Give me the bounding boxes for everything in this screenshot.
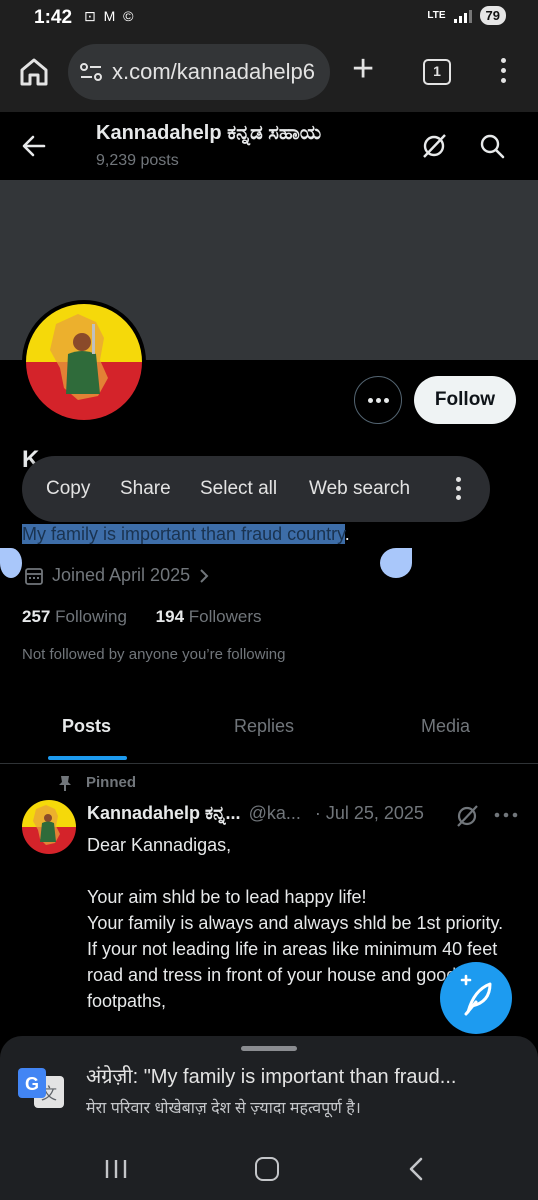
tweet-date[interactable]: · Jul 25, 2025	[315, 803, 424, 824]
followers-link[interactable]: 194 Followers	[156, 607, 262, 626]
drag-handle[interactable]	[241, 1046, 297, 1051]
selection-more-icon[interactable]	[454, 477, 462, 503]
pin-icon	[59, 775, 71, 791]
tweet-author-handle[interactable]: @ka...	[249, 803, 301, 824]
translate-bar[interactable]: 文 G अंग्रेज़ी: "My family is important t…	[0, 1036, 538, 1134]
system-nav-bar	[0, 1134, 538, 1200]
tweet-grok-icon[interactable]	[455, 804, 479, 828]
text-selection-menu: Copy Share Select all Web search	[22, 456, 490, 522]
follow-button[interactable]: Follow	[414, 376, 516, 424]
share-menu-item[interactable]: Share	[120, 478, 171, 500]
tab-media[interactable]: Media	[421, 716, 470, 737]
compose-post-button[interactable]	[440, 962, 512, 1034]
following-label: Following	[55, 607, 127, 626]
signal-icon	[453, 9, 472, 23]
compose-feather-icon	[460, 974, 492, 1016]
following-link[interactable]: 257 Following	[22, 607, 127, 626]
profile-avatar[interactable]	[22, 300, 146, 424]
mutual-followers-note: Not followed by anyone you’re following	[22, 646, 286, 663]
tweet-header: Kannadahelp ಕನ್ನ... @ka... · Jul 25, 202…	[87, 803, 424, 824]
grok-icon[interactable]	[420, 132, 448, 160]
browser-menu-icon[interactable]	[498, 58, 508, 88]
calendar-icon	[25, 567, 43, 585]
status-time: 1:42	[34, 7, 73, 28]
header-post-count: 9,239 posts	[96, 152, 179, 169]
battery-icon: 79	[479, 6, 506, 25]
selection-end-handle[interactable]	[380, 548, 412, 578]
following-count: 257	[22, 607, 51, 626]
home-icon[interactable]	[18, 56, 50, 88]
browser-toolbar: x.com/kannadahelp6 + 1	[0, 34, 538, 112]
translate-source-text: अंग्रेज़ी: "My family is important than …	[86, 1066, 457, 1088]
url-text: x.com/kannadahelp6	[112, 59, 316, 84]
status-bar: 1:42 ⊡ M © LTE 79	[0, 0, 538, 34]
tweet-more-icon[interactable]	[494, 812, 518, 818]
tweet-avatar[interactable]	[22, 800, 76, 854]
translate-result-text: मेरा परिवार धोखेबाज़ देश से ज़्यादा महत्…	[86, 1100, 361, 1117]
pinned-label: Pinned	[58, 774, 136, 791]
recent-apps-icon[interactable]	[104, 1158, 128, 1180]
search-icon[interactable]	[478, 132, 506, 160]
followers-label: Followers	[188, 607, 262, 626]
profile-tabs: Posts Replies Media	[0, 700, 538, 764]
tweet-author-name[interactable]: Kannadahelp ಕನ್ನ...	[87, 803, 241, 824]
header-profile-name: Kannadahelp ಕನ್ನಡ ಸಹಾಯ	[96, 122, 322, 144]
selection-start-handle[interactable]	[0, 548, 22, 578]
joined-text: Joined April 2025	[52, 565, 191, 585]
web-search-menu-item[interactable]: Web search	[309, 478, 410, 500]
tab-replies[interactable]: Replies	[234, 716, 294, 737]
flag-avatar-image	[26, 304, 142, 420]
notification-icons: ⊡ M ©	[84, 8, 136, 24]
select-all-menu-item[interactable]: Select all	[200, 478, 277, 500]
new-tab-icon[interactable]: +	[352, 50, 382, 88]
flag-avatar-image-small	[22, 800, 76, 854]
joined-date[interactable]: Joined April 2025	[24, 565, 210, 586]
copy-menu-item[interactable]: Copy	[46, 478, 90, 500]
active-tab-indicator	[48, 756, 127, 760]
address-bar[interactable]: x.com/kannadahelp6	[68, 44, 330, 100]
more-options-button[interactable]	[354, 376, 402, 424]
follow-stats: 257 Following 194 Followers	[22, 607, 262, 627]
followers-count: 194	[155, 607, 185, 626]
nav-home-icon[interactable]	[255, 1157, 279, 1181]
bio-selected-text: My family is important than fraud countr…	[22, 524, 345, 544]
svg-text:G: G	[25, 1074, 39, 1094]
site-settings-icon[interactable]	[80, 62, 102, 82]
profile-top-bar: Kannadahelp ಕನ್ನಡ ಸಹಾಯ 9,239 posts	[0, 112, 538, 180]
google-translate-icon: 文 G	[18, 1068, 64, 1108]
profile-bio: My family is important than fraud countr…	[22, 524, 350, 545]
tab-switcher-button[interactable]: 1	[423, 59, 451, 85]
pinned-text: Pinned	[86, 774, 137, 791]
back-arrow-icon[interactable]	[20, 132, 48, 160]
nav-back-icon[interactable]	[406, 1156, 426, 1182]
bio-rest-text: .	[344, 524, 350, 544]
lte-icon: LTE	[427, 9, 446, 21]
tab-posts[interactable]: Posts	[62, 716, 111, 737]
chevron-right-icon	[200, 568, 209, 583]
